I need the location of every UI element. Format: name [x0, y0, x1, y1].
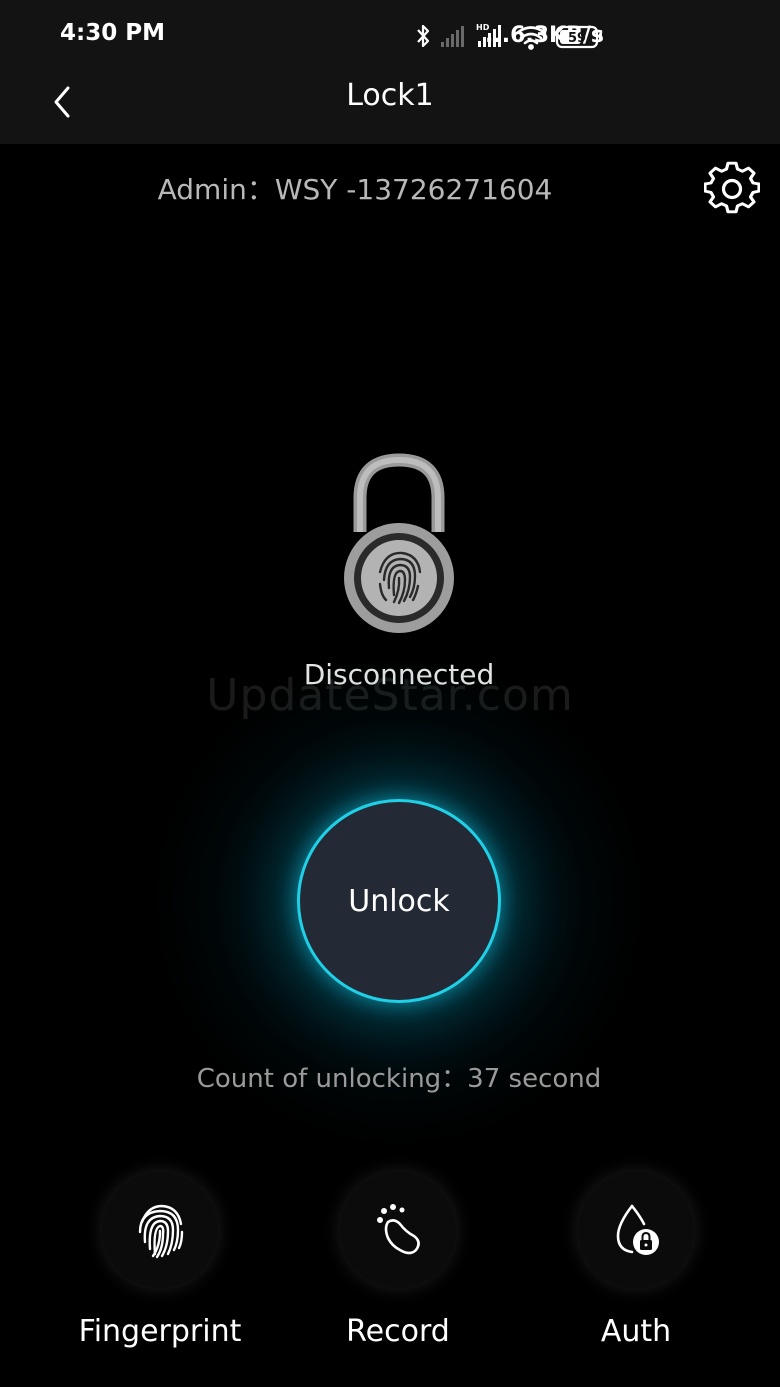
- status-bar: 4:30 PM ...6.3KB/s HD 59: [0, 0, 780, 70]
- battery-level: 59: [568, 31, 586, 46]
- bluetooth-icon: [417, 24, 430, 48]
- record-icon: [377, 1204, 420, 1255]
- unlock-button[interactable]: Unlock: [297, 799, 501, 1003]
- svg-text:HD: HD: [476, 23, 490, 32]
- padlock-fingerprint-icon: [344, 453, 454, 633]
- nav-bar: Lock1: [0, 70, 780, 144]
- signal-icon: [441, 26, 464, 47]
- auth-button-circle: [578, 1172, 694, 1288]
- gear-icon: [703, 161, 761, 214]
- record-button[interactable]: Record: [278, 1172, 518, 1372]
- auth-label: Auth: [600, 1314, 672, 1349]
- page-title: Lock1: [346, 78, 434, 113]
- lock-detail-screen: 4:30 PM ...6.3KB/s HD 59 Lock1 Admin：WSY…: [0, 0, 780, 1387]
- record-button-circle: [340, 1172, 456, 1288]
- wifi-icon: [515, 26, 547, 50]
- unlock-countdown: Count of unlocking：37 second: [196, 1064, 602, 1094]
- record-label: Record: [346, 1314, 450, 1349]
- hd-signal-icon: HD: [476, 23, 501, 47]
- fingerprint-button-circle: [102, 1172, 218, 1288]
- fingerprint-icon: [138, 1204, 184, 1259]
- settings-button[interactable]: [703, 160, 761, 216]
- unlock-label: Unlock: [348, 883, 450, 919]
- status-icons: HD 59: [417, 23, 602, 50]
- auth-button[interactable]: Auth: [516, 1172, 756, 1372]
- auth-lock-icon: [616, 1204, 659, 1255]
- fingerprint-label: Fingerprint: [78, 1314, 242, 1349]
- admin-info: Admin：WSY -13726271604: [157, 173, 553, 206]
- battery-icon: 59: [555, 25, 602, 49]
- status-time: 4:30 PM: [60, 20, 165, 46]
- fingerprint-button[interactable]: Fingerprint: [40, 1172, 280, 1372]
